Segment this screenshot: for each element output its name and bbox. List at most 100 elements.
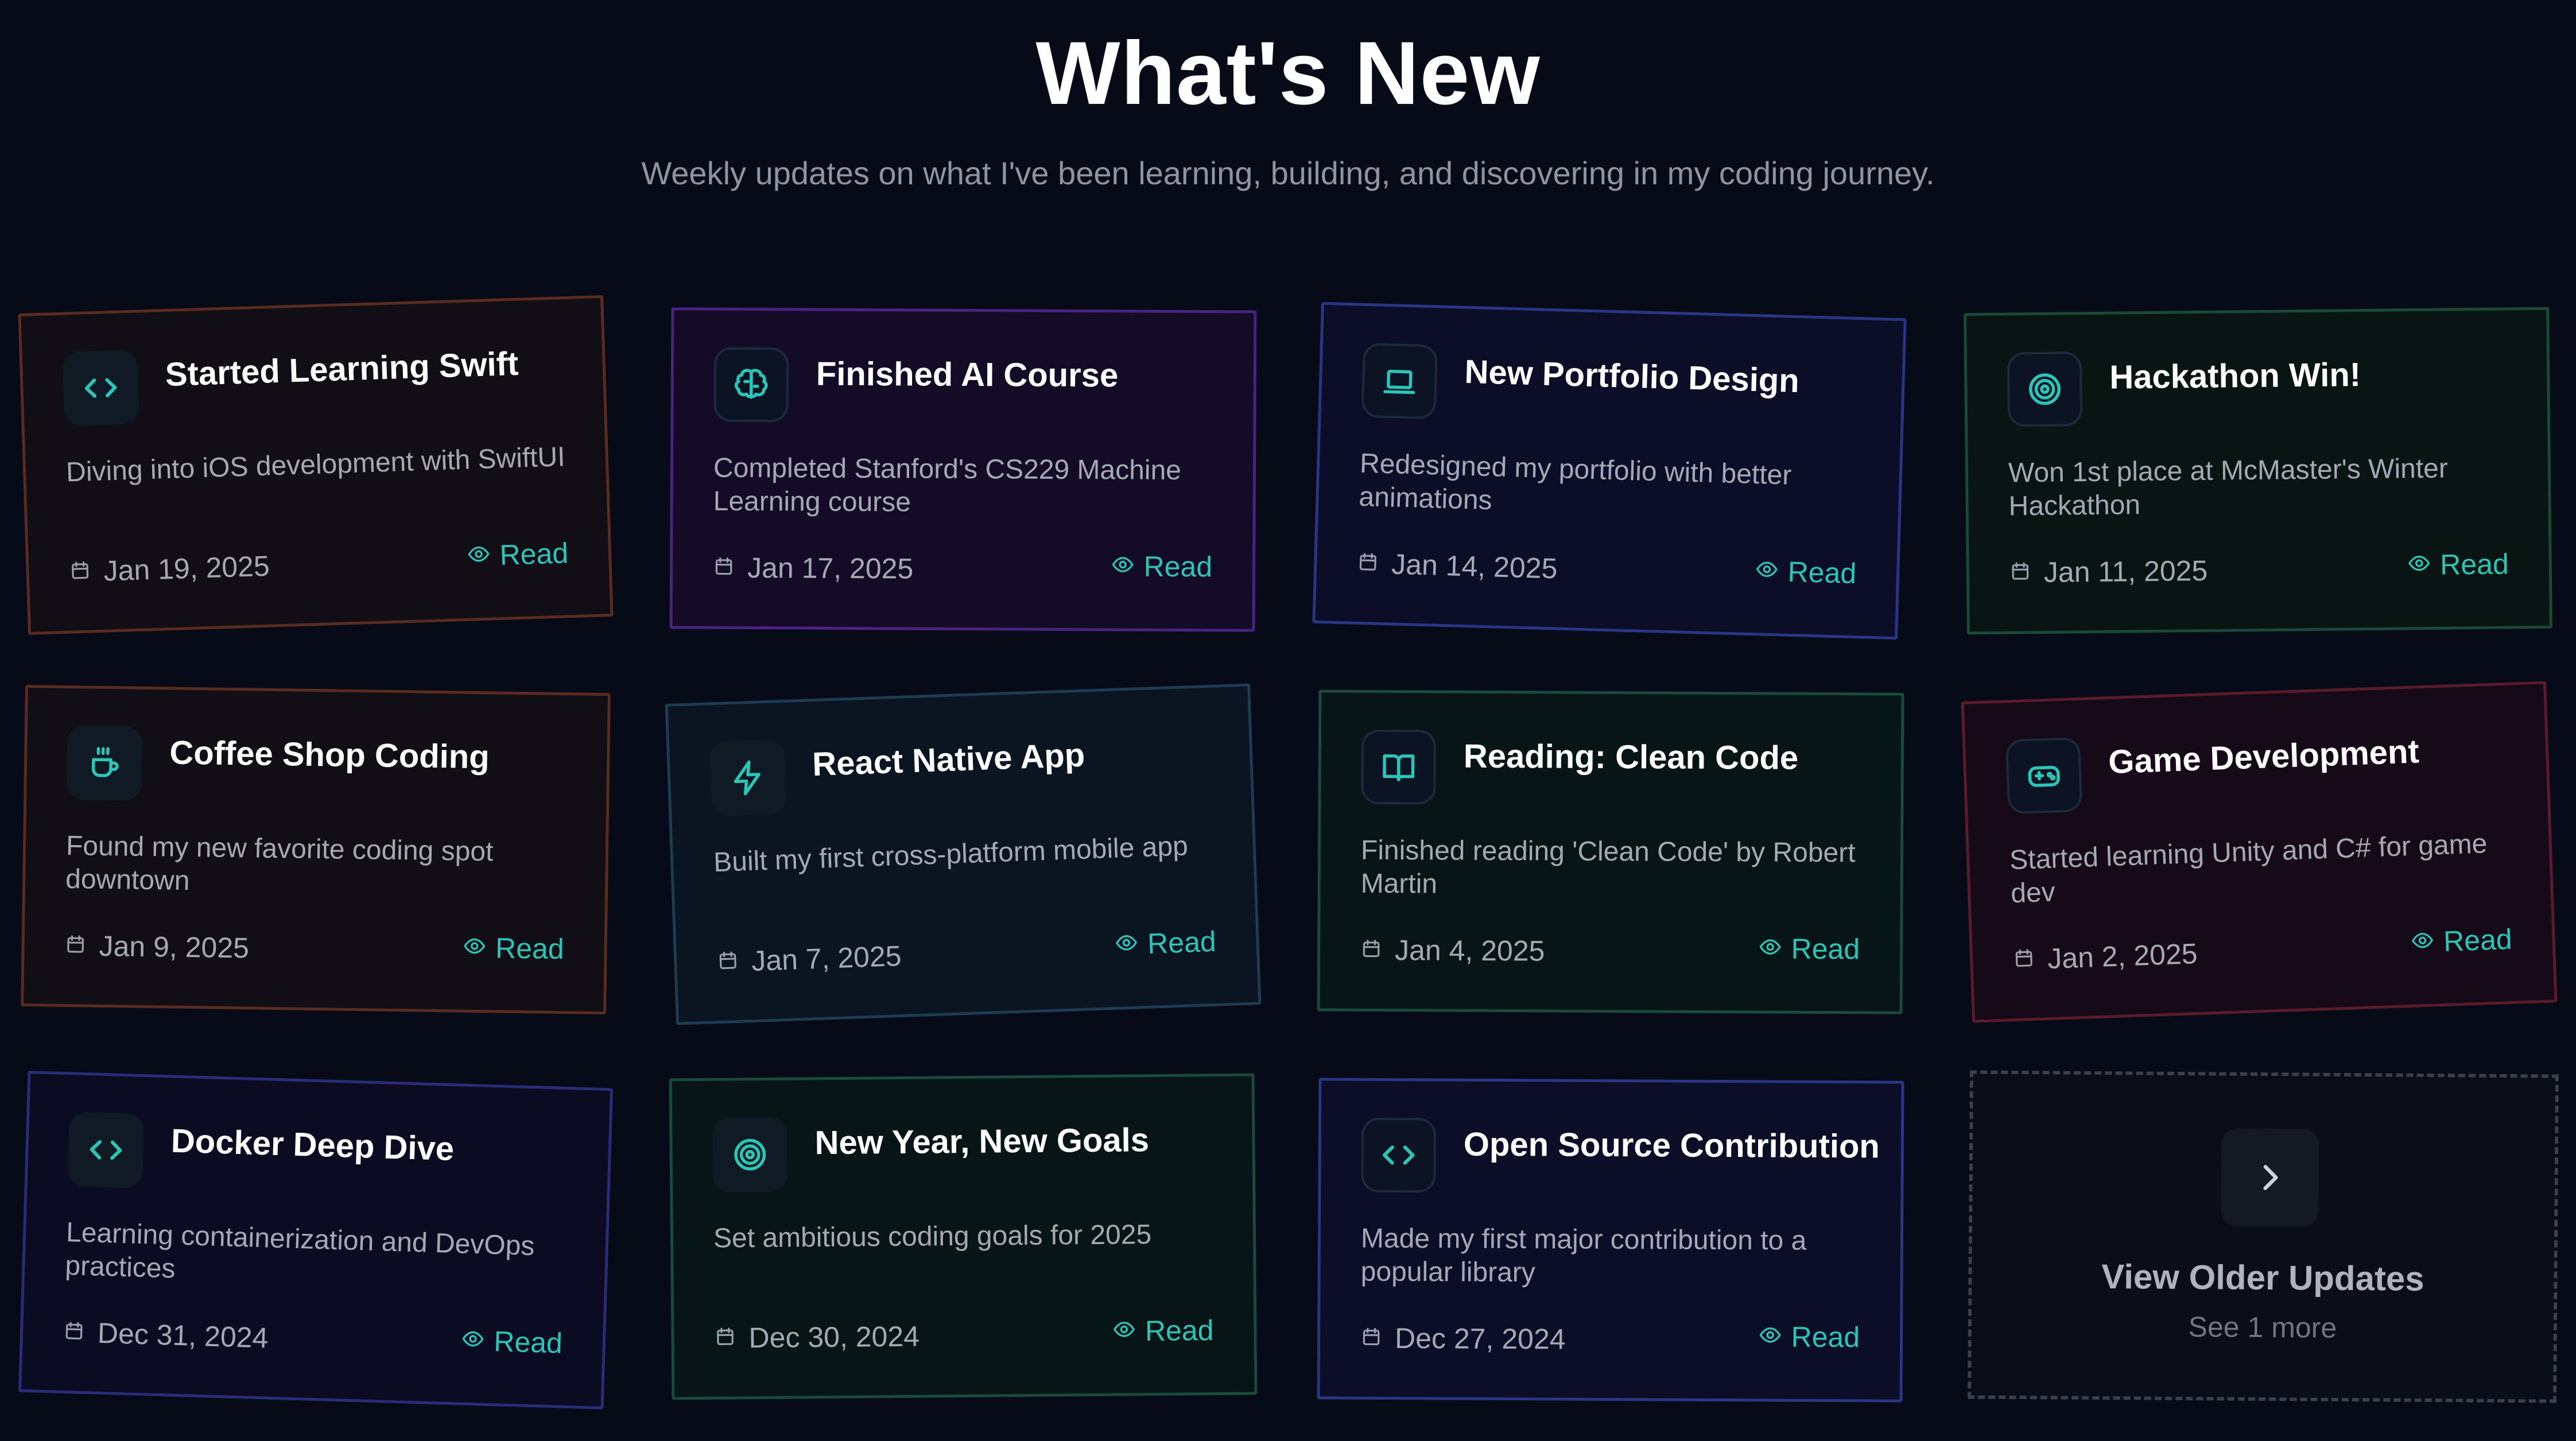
card-date-text: Dec 30, 2024 <box>748 1320 920 1354</box>
read-label: Read <box>495 932 565 966</box>
eye-icon <box>1111 549 1143 583</box>
update-card[interactable]: Docker Deep Dive Learning containerizatio… <box>18 1070 614 1410</box>
card-date-text: Jan 2, 2025 <box>2047 937 2198 975</box>
update-card[interactable]: New Portfolio Design Redesigned my portfo… <box>1312 301 1907 640</box>
code-icon <box>1361 1117 1437 1193</box>
read-link[interactable]: Read <box>1111 549 1212 584</box>
brain-icon <box>713 347 789 423</box>
card-date: Dec 31, 2024 <box>63 1315 269 1355</box>
coffee-icon <box>67 725 142 801</box>
card-date-text: Dec 27, 2024 <box>1394 1322 1566 1355</box>
card-date-text: Jan 17, 2025 <box>747 552 914 585</box>
card-title: Finished AI Course <box>816 355 1119 394</box>
calendar-icon <box>1357 546 1392 582</box>
card-date-text: Jan 7, 2025 <box>751 939 902 977</box>
read-link[interactable]: Read <box>2408 547 2509 582</box>
read-label: Read <box>1145 1314 1214 1347</box>
calendar-icon <box>714 1320 749 1355</box>
update-card[interactable]: New Year, New Goals Set ambitious coding … <box>669 1073 1258 1400</box>
card-date: Dec 30, 2024 <box>714 1319 920 1355</box>
card-description: Finished reading 'Clean Code' by Robert … <box>1360 835 1856 900</box>
read-label: Read <box>1791 1320 1860 1354</box>
update-card[interactable]: React Native App Built my first cross-pla… <box>665 683 1262 1025</box>
read-link[interactable]: Read <box>2411 922 2513 960</box>
eye-icon <box>467 538 501 574</box>
update-card[interactable]: Coffee Shop Coding Found my new favorite … <box>21 684 611 1015</box>
read-link[interactable]: Read <box>1759 1319 1860 1354</box>
read-label: Read <box>1143 550 1213 583</box>
update-card[interactable]: Finished AI Course Completed Stanford's C… <box>669 307 1257 632</box>
target-icon <box>2007 351 2083 427</box>
card-date: Jan 11, 2025 <box>2009 553 2208 590</box>
read-label: Read <box>1787 555 1857 590</box>
card-date: Jan 14, 2025 <box>1357 546 1558 586</box>
card-description: Completed Stanford's CS229 Machine Learn… <box>713 452 1182 518</box>
eye-icon <box>1759 1319 1791 1354</box>
card-date-text: Jan 11, 2025 <box>2043 554 2208 588</box>
calendar-icon <box>1360 1321 1395 1355</box>
update-card[interactable]: Reading: Clean Code Finished reading 'Cle… <box>1317 689 1904 1014</box>
calendar-icon <box>63 1315 98 1350</box>
read-link[interactable]: Read <box>1113 1313 1214 1349</box>
eye-icon <box>1115 927 1148 962</box>
update-card[interactable]: Hackathon Win! Won 1st place at McMaster'… <box>1964 307 2552 635</box>
card-title: Game Development <box>2108 733 2420 781</box>
card-date: Jan 17, 2025 <box>713 551 913 586</box>
older-updates-subtitle: See 1 more <box>2188 1311 2337 1344</box>
calendar-icon <box>69 554 104 590</box>
chevron-right-icon[interactable] <box>2221 1128 2319 1227</box>
card-date: Jan 2, 2025 <box>2012 936 2198 977</box>
laptop-icon <box>1361 342 1438 420</box>
read-link[interactable]: Read <box>1759 931 1860 966</box>
read-link[interactable]: Read <box>467 536 569 573</box>
read-label: Read <box>1791 932 1860 966</box>
card-description: Diving into iOS development with SwiftUI <box>65 441 566 488</box>
card-description: Built my first cross-platform mobile app <box>713 831 1189 878</box>
card-description: Redesigned my portfolio with better anim… <box>1358 448 1793 516</box>
card-title: Started Learning Swift <box>164 344 519 394</box>
eye-icon <box>2408 548 2441 583</box>
card-date: Jan 19, 2025 <box>69 549 270 590</box>
read-link[interactable]: Read <box>1115 924 1217 962</box>
eye-icon <box>461 1323 495 1359</box>
card-date-text: Jan 4, 2025 <box>1394 934 1545 967</box>
calendar-icon <box>64 928 99 963</box>
read-link[interactable]: Read <box>1755 553 1857 591</box>
card-description: Set ambitious coding goals for 2025 <box>713 1219 1152 1254</box>
card-title: React Native App <box>812 736 1086 784</box>
update-card[interactable]: Open Source Contribution Made my first ma… <box>1317 1078 1904 1403</box>
update-card[interactable]: Game Development Started learning Unity a… <box>1961 681 2558 1023</box>
card-description: Learning containerization and DevOps pra… <box>64 1217 536 1284</box>
code-icon <box>67 1111 145 1188</box>
read-label: Read <box>2439 548 2509 581</box>
calendar-icon <box>1360 933 1395 967</box>
card-title: Hackathon Win! <box>2109 356 2361 396</box>
target-icon <box>712 1117 788 1192</box>
update-card[interactable]: Started Learning Swift Diving into iOS de… <box>18 295 614 635</box>
eye-icon <box>1755 553 1789 589</box>
calendar-icon <box>2009 555 2044 590</box>
card-title: Coffee Shop Coding <box>169 734 490 776</box>
read-label: Read <box>2443 923 2513 958</box>
book-icon <box>1361 729 1437 805</box>
card-date-text: Jan 19, 2025 <box>103 549 270 587</box>
card-date: Jan 4, 2025 <box>1360 933 1545 969</box>
read-link[interactable]: Read <box>463 931 564 966</box>
view-older-updates-card[interactable]: View Older Updates See 1 more <box>1968 1070 2559 1403</box>
eye-icon <box>1759 931 1791 966</box>
calendar-icon <box>2012 942 2048 977</box>
read-link[interactable]: Read <box>461 1323 563 1361</box>
card-title: Reading: Clean Code <box>1463 737 1799 777</box>
card-date: Jan 7, 2025 <box>716 939 902 979</box>
card-description: Made my first major contribution to a po… <box>1360 1223 1807 1288</box>
page-title: What's New <box>1035 24 1541 123</box>
eye-icon <box>1113 1314 1146 1348</box>
lightning-icon <box>709 739 787 817</box>
calendar-icon <box>713 551 747 585</box>
card-title: Open Source Contribution <box>1463 1125 1880 1165</box>
card-date-text: Jan 14, 2025 <box>1391 548 1558 585</box>
code-icon <box>62 349 139 427</box>
card-title: New Portfolio Design <box>1464 352 1800 400</box>
card-date-text: Dec 31, 2024 <box>97 1316 269 1354</box>
read-label: Read <box>499 537 569 571</box>
